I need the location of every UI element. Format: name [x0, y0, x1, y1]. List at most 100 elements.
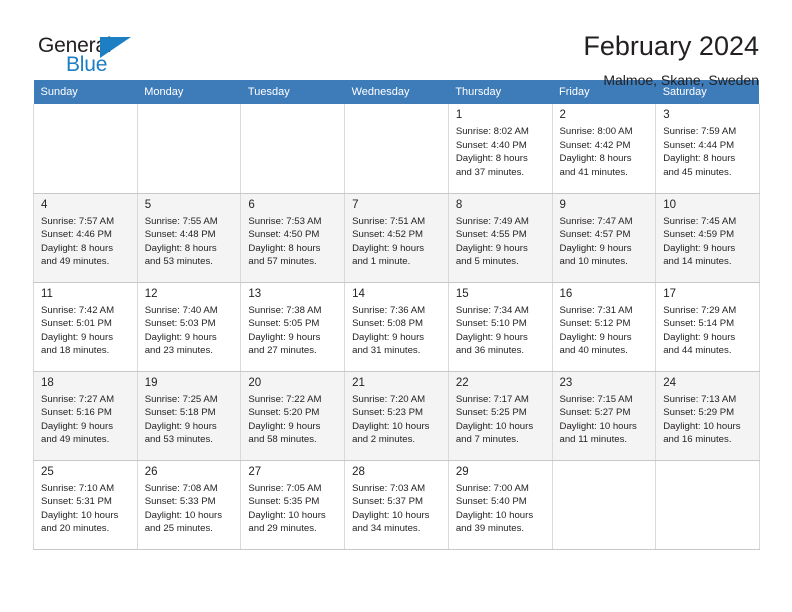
calendar-day-cell[interactable]: 21 Sunrise: 7:20 AM Sunset: 5:23 PM Dayligh…	[344, 371, 449, 461]
calendar-day-cell[interactable]: 12 Sunrise: 7:40 AM Sunset: 5:03 PM Dayligh…	[137, 282, 242, 372]
day-info-sunrise: Sunrise: 7:59 AM	[663, 126, 737, 137]
day-info-daylight-line2: and 2 minutes.	[352, 434, 416, 446]
calendar-day-cell[interactable]: 16 Sunrise: 7:31 AM Sunset: 5:12 PM Dayligh…	[552, 282, 657, 372]
day-cell-content: 17 Sunrise: 7:29 AM Sunset: 5:14 PM Dayligh…	[656, 283, 759, 358]
calendar-day-cell[interactable]: 1 Sunrise: 8:02 AM Sunset: 4:40 PM Daylight…	[448, 104, 553, 194]
day-number: 22	[455, 376, 469, 389]
calendar-day-cell[interactable]: 22 Sunrise: 7:17 AM Sunset: 5:25 PM Dayligh…	[448, 371, 553, 461]
day-info-daylight-line2: and 18 minutes.	[41, 345, 110, 357]
day-info-daylight-line1: Daylight: 9 hours	[663, 331, 736, 343]
day-info-sunrise: Sunrise: 7:03 AM	[352, 482, 426, 494]
calendar-day-cell[interactable]: 7 Sunrise: 7:51 AM Sunset: 4:52 PM Daylight…	[344, 193, 449, 283]
day-info-sunrise: Sunrise: 7:55 AM	[144, 215, 218, 227]
day-info-sunrise: Sunrise: 7:29 AM	[663, 304, 737, 316]
page-header: General Blue February 2024 Malmoe, Skane…	[33, 0, 759, 88]
calendar-day-cell[interactable]: 14 Sunrise: 7:36 AM Sunset: 5:08 PM Dayligh…	[344, 282, 449, 372]
day-info-daylight-line1: Daylight: 10 hours	[663, 420, 741, 432]
day-sun-info: Sunrise: 7:08 AM Sunset: 5:33 PM Daylight:…	[145, 482, 234, 536]
day-info-daylight-line2: and 25 minutes.	[144, 523, 213, 535]
calendar-day-cell-empty	[552, 460, 657, 550]
calendar-day-cell[interactable]: 4 Sunrise: 7:57 AM Sunset: 4:46 PM Daylight…	[33, 193, 138, 283]
day-sun-info: Sunrise: 7:55 AM Sunset: 4:48 PM Daylight:…	[145, 215, 234, 269]
calendar-day-cell[interactable]: 20 Sunrise: 7:22 AM Sunset: 5:20 PM Dayligh…	[240, 371, 346, 461]
title-block: February 2024 Malmoe, Skane, Sweden	[583, 29, 759, 90]
calendar-day-cell[interactable]: 19 Sunrise: 7:25 AM Sunset: 5:18 PM Dayligh…	[137, 371, 242, 461]
calendar-day-cell[interactable]: 3 Sunrise: 7:59 AM Sunset: 4:44 PM Daylight…	[655, 104, 760, 194]
day-info-sunset: Sunset: 5:01 PM	[41, 318, 112, 330]
day-info-daylight-line2: and 10 minutes.	[559, 256, 628, 268]
calendar-day-cell[interactable]: 29 Sunrise: 7:00 AM Sunset: 5:40 PM Dayligh…	[448, 460, 553, 550]
calendar-day-cell[interactable]: 27 Sunrise: 7:05 AM Sunset: 5:35 PM Dayligh…	[240, 460, 346, 550]
day-number: 16	[559, 287, 573, 300]
calendar-day-cell[interactable]: 10 Sunrise: 7:45 AM Sunset: 4:59 PM Dayligh…	[655, 193, 760, 283]
day-sun-info: Sunrise: 7:22 AM Sunset: 5:20 PM Daylight:…	[248, 393, 337, 447]
calendar-day-cell[interactable]: 28 Sunrise: 7:03 AM Sunset: 5:37 PM Dayligh…	[344, 460, 449, 550]
day-info-sunset: Sunset: 4:50 PM	[248, 229, 320, 241]
day-info-daylight-line2: and 31 minutes.	[352, 345, 421, 357]
day-cell-content: 7 Sunrise: 7:51 AM Sunset: 4:52 PM Daylight…	[345, 194, 448, 269]
day-cell-content: 12 Sunrise: 7:40 AM Sunset: 5:03 PM Dayligh…	[138, 283, 241, 358]
day-info-sunrise: Sunrise: 7:57 AM	[41, 215, 115, 227]
day-info-sunset: Sunset: 5:12 PM	[559, 318, 631, 330]
calendar-day-cell[interactable]: 11 Sunrise: 7:42 AM Sunset: 5:01 PM Dayligh…	[33, 282, 138, 372]
calendar-week-row: 1 Sunrise: 8:02 AM Sunset: 4:40 PM Daylight…	[33, 104, 760, 194]
day-info-daylight-line1: Daylight: 9 hours	[41, 420, 113, 432]
calendar-day-cell-empty	[137, 104, 242, 194]
day-cell-content: 21 Sunrise: 7:20 AM Sunset: 5:23 PM Dayligh…	[345, 372, 448, 447]
day-info-daylight-line1: Daylight: 9 hours	[352, 242, 425, 254]
day-sun-info: Sunrise: 7:42 AM Sunset: 5:01 PM Daylight:…	[41, 304, 130, 358]
day-info-daylight-line1: Daylight: 10 hours	[559, 420, 637, 432]
day-sun-info: Sunrise: 7:05 AM Sunset: 5:35 PM Daylight:…	[248, 482, 337, 536]
day-info-sunset: Sunset: 5:29 PM	[663, 407, 735, 419]
calendar-day-cell[interactable]: 5 Sunrise: 7:55 AM Sunset: 4:48 PM Daylight…	[137, 193, 242, 283]
day-info-daylight-line2: and 37 minutes.	[455, 166, 525, 178]
calendar-day-cell[interactable]: 13 Sunrise: 7:38 AM Sunset: 5:05 PM Dayligh…	[240, 282, 346, 372]
calendar-day-cell[interactable]: 18 Sunrise: 7:27 AM Sunset: 5:16 PM Dayligh…	[33, 371, 138, 461]
day-info-daylight-line2: and 20 minutes.	[41, 523, 110, 535]
day-sun-info: Sunrise: 7:49 AM Sunset: 4:55 PM Daylight:…	[456, 215, 545, 269]
day-info-sunrise: Sunrise: 8:02 AM	[455, 126, 529, 137]
brand-logo[interactable]: General Blue	[33, 29, 148, 81]
day-number: 9	[559, 198, 566, 211]
day-info-daylight-line1: Daylight: 8 hours	[248, 242, 321, 254]
calendar-day-cell[interactable]: 26 Sunrise: 7:08 AM Sunset: 5:33 PM Dayligh…	[137, 460, 242, 550]
day-info-daylight-line1: Daylight: 10 hours	[248, 509, 326, 521]
day-info-daylight-line1: Daylight: 9 hours	[144, 420, 217, 432]
day-number: 27	[248, 465, 262, 478]
page-title: February 2024	[583, 31, 759, 61]
day-cell-content: 26 Sunrise: 7:08 AM Sunset: 5:33 PM Dayligh…	[138, 461, 241, 536]
day-info-sunrise: Sunrise: 7:22 AM	[248, 393, 322, 405]
day-info-sunset: Sunset: 5:27 PM	[559, 407, 631, 419]
day-number: 28	[352, 465, 365, 478]
calendar-day-cell[interactable]: 15 Sunrise: 7:34 AM Sunset: 5:10 PM Dayligh…	[448, 282, 553, 372]
day-cell-content: 4 Sunrise: 7:57 AM Sunset: 4:46 PM Daylight…	[34, 194, 137, 269]
calendar-day-cell-empty	[240, 104, 346, 194]
day-number: 8	[455, 198, 463, 211]
calendar-day-cell-empty	[33, 104, 138, 194]
calendar-day-cell-empty	[344, 104, 449, 194]
day-info-sunrise: Sunrise: 7:25 AM	[144, 393, 218, 405]
day-number: 17	[663, 287, 677, 300]
day-info-daylight-line1: Daylight: 8 hours	[663, 153, 736, 165]
day-cell-content: 20 Sunrise: 7:22 AM Sunset: 5:20 PM Dayligh…	[241, 372, 344, 447]
day-info-sunset: Sunset: 5:37 PM	[352, 496, 424, 508]
day-sun-info: Sunrise: 7:59 AM Sunset: 4:44 PM Daylight:…	[663, 125, 752, 179]
day-info-sunrise: Sunrise: 7:10 AM	[41, 482, 115, 494]
calendar-day-cell[interactable]: 17 Sunrise: 7:29 AM Sunset: 5:14 PM Dayligh…	[655, 282, 760, 372]
day-info-sunset: Sunset: 5:14 PM	[663, 318, 735, 330]
day-cell-content: 1 Sunrise: 8:02 AM Sunset: 4:40 PM Daylight…	[449, 104, 552, 179]
day-info-daylight-line2: and 11 minutes.	[559, 434, 628, 446]
calendar-day-cell[interactable]: 23 Sunrise: 7:15 AM Sunset: 5:27 PM Dayligh…	[552, 371, 657, 461]
day-info-sunset: Sunset: 4:55 PM	[455, 229, 527, 241]
calendar-day-cell[interactable]: 2 Sunrise: 8:00 AM Sunset: 4:42 PM Daylight…	[552, 104, 657, 194]
calendar-day-cell[interactable]: 25 Sunrise: 7:10 AM Sunset: 5:31 PM Dayligh…	[33, 460, 138, 550]
day-info-daylight-line2: and 53 minutes.	[144, 256, 213, 268]
calendar-day-cell[interactable]: 8 Sunrise: 7:49 AM Sunset: 4:55 PM Daylight…	[448, 193, 553, 283]
calendar-day-cell[interactable]: 9 Sunrise: 7:47 AM Sunset: 4:57 PM Daylight…	[552, 193, 657, 283]
day-cell-content: 3 Sunrise: 7:59 AM Sunset: 4:44 PM Daylight…	[656, 104, 759, 179]
calendar-day-cell[interactable]: 6 Sunrise: 7:53 AM Sunset: 4:50 PM Daylight…	[240, 193, 346, 283]
day-info-sunrise: Sunrise: 7:36 AM	[352, 304, 426, 316]
day-number: 10	[663, 198, 677, 211]
calendar-body: 1 Sunrise: 8:02 AM Sunset: 4:40 PM Daylight…	[33, 104, 760, 550]
calendar-day-cell[interactable]: 24 Sunrise: 7:13 AM Sunset: 5:29 PM Dayligh…	[655, 371, 760, 461]
